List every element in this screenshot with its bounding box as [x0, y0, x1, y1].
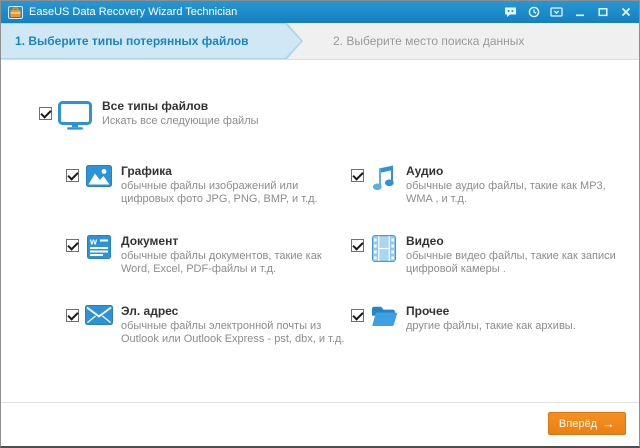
graphics-checkbox[interactable]	[66, 169, 79, 182]
video-checkbox[interactable]	[351, 239, 364, 252]
film-icon	[370, 235, 398, 262]
file-type-email: Эл. адрес обычные файлы электронной почт…	[66, 304, 351, 347]
file-type-other: Прочее другие файлы, такие как архивы.	[351, 304, 626, 347]
step-1-label: 1. Выберите типы потерянных файлов	[15, 34, 249, 48]
file-type-grid: Графика обычные файлы изображений или ци…	[66, 164, 626, 347]
title-bar: EaseUS Data Recovery Wizard Technician	[1, 1, 639, 23]
window-title: EaseUS Data Recovery Wizard Technician	[29, 6, 238, 18]
maximize-button[interactable]	[596, 6, 609, 19]
file-type-audio: Аудио обычные аудио файлы, такие как MP3…	[351, 164, 626, 207]
minimize-to-tray-icon[interactable]	[550, 6, 563, 19]
email-checkbox[interactable]	[66, 309, 79, 322]
other-checkbox[interactable]	[351, 309, 364, 322]
all-types-checkbox[interactable]	[39, 107, 52, 120]
file-type-video: Видео обычные видео файлы, такие как зап…	[351, 234, 626, 277]
svg-text:w: w	[89, 237, 98, 247]
minimize-button[interactable]	[573, 6, 586, 19]
all-types-title: Все типы файлов	[102, 99, 209, 113]
next-button-label: Вперёд	[558, 417, 597, 430]
app-window: EaseUS Data Recovery Wizard Technician 1…	[0, 0, 640, 448]
wizard-steps-header: 1. Выберите типы потерянных файлов 2. Вы…	[1, 23, 639, 60]
document-checkbox[interactable]	[66, 239, 79, 252]
monitor-icon	[58, 101, 92, 130]
envelope-icon	[85, 305, 113, 325]
image-icon	[85, 165, 113, 187]
file-type-graphics: Графика обычные файлы изображений или ци…	[66, 164, 351, 207]
folder-icon	[370, 305, 398, 327]
music-note-icon	[370, 165, 398, 191]
all-file-types-row: Все типы файлов Искать все следующие фай…	[39, 99, 259, 130]
document-icon: w	[85, 235, 113, 259]
app-logo-icon	[8, 5, 23, 19]
footer-bar: Вперёд →	[1, 402, 639, 446]
step-2-label: 2. Выберите место поиска данных	[333, 34, 525, 48]
feedback-chat-icon[interactable]	[504, 6, 517, 19]
file-type-document: w Документ обычные файлы документов, так…	[66, 234, 351, 277]
arrow-right-icon: →	[602, 416, 615, 431]
history-clock-icon[interactable]	[527, 6, 540, 19]
close-button[interactable]	[619, 6, 632, 19]
next-button[interactable]: Вперёд →	[547, 412, 626, 435]
audio-checkbox[interactable]	[351, 169, 364, 182]
all-types-description: Искать все следующие файлы	[102, 115, 259, 127]
